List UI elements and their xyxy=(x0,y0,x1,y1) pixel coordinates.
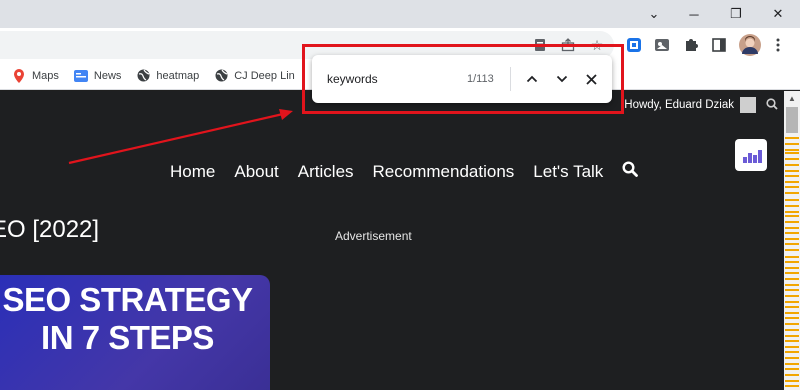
annotation-highlight-box xyxy=(302,44,624,114)
